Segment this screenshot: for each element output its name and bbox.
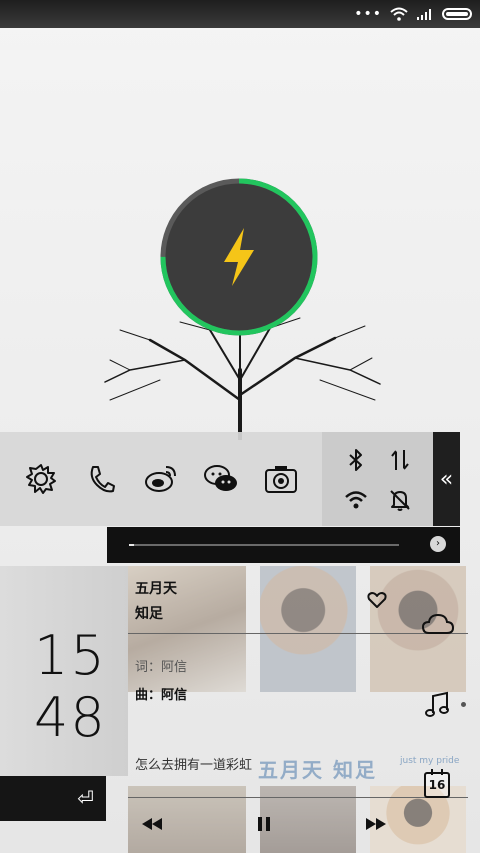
signal-icon	[417, 9, 431, 20]
wifi-icon	[345, 491, 367, 509]
more-dots-icon: •••	[354, 6, 382, 22]
previous-icon	[142, 818, 162, 830]
charging-indicator[interactable]	[158, 176, 320, 338]
page-indicator-dot	[461, 702, 466, 707]
music-progress-panel: ›	[107, 527, 460, 563]
progress-bar[interactable]	[129, 544, 399, 546]
wechat-button[interactable]	[202, 460, 240, 498]
status-icons: •••	[354, 4, 472, 24]
phone-button[interactable]	[82, 460, 120, 498]
lyricist-label: 词：阿信	[135, 660, 188, 675]
clock-hours: 15	[34, 624, 107, 687]
wifi-toggle[interactable]	[342, 486, 370, 514]
quick-toggles	[322, 432, 434, 526]
heart-icon	[367, 592, 387, 608]
composer-label: 曲：阿信	[135, 688, 188, 703]
favorite-button[interactable]	[366, 590, 388, 610]
settings-button[interactable]	[22, 460, 60, 498]
shortcut-bar	[0, 432, 434, 526]
silent-toggle[interactable]	[386, 486, 414, 514]
camera-button[interactable]	[262, 460, 300, 498]
clock-minutes: 48	[34, 686, 107, 749]
phone-icon	[90, 466, 115, 493]
previous-button[interactable]	[140, 814, 164, 834]
song-title: 知足	[135, 606, 163, 622]
weather-button[interactable]	[420, 612, 456, 636]
pause-button[interactable]	[252, 814, 276, 834]
divider	[128, 797, 468, 798]
wechat-icon	[204, 465, 237, 491]
album-title: 五月天 知足	[258, 758, 377, 782]
music-button[interactable]	[422, 690, 452, 720]
data-toggle[interactable]	[386, 446, 414, 474]
music-note-icon	[425, 691, 449, 717]
divider	[128, 633, 468, 634]
calendar-icon[interactable]: 16	[424, 769, 450, 798]
battery-icon	[442, 8, 472, 20]
back-button[interactable]: ⏎	[0, 776, 106, 821]
wifi-icon	[390, 7, 408, 21]
bluetooth-icon	[349, 449, 362, 471]
app-shortcuts	[22, 460, 300, 498]
progress-fill	[129, 544, 135, 546]
pause-icon	[258, 817, 270, 831]
clock-widget: 15 48	[0, 566, 128, 776]
return-icon: ⏎	[77, 786, 94, 810]
camera-icon	[265, 466, 297, 493]
album-tagline: just my pride	[400, 756, 460, 766]
status-bar: •••	[0, 0, 480, 28]
next-button[interactable]	[364, 814, 388, 834]
data-transfer-icon	[391, 450, 409, 470]
cloud-icon	[421, 613, 455, 634]
seek-forward-button[interactable]: ›	[430, 536, 446, 552]
silent-bell-icon	[390, 490, 410, 511]
current-lyric: 怎么去拥有一道彩虹	[135, 758, 253, 773]
collapse-shortcuts-button[interactable]: «	[433, 432, 460, 526]
weibo-icon	[145, 466, 176, 492]
gear-icon	[26, 464, 56, 494]
artist-name: 五月天	[135, 581, 177, 597]
weibo-button[interactable]	[142, 460, 180, 498]
bluetooth-toggle[interactable]	[342, 446, 370, 474]
next-icon	[366, 818, 386, 830]
